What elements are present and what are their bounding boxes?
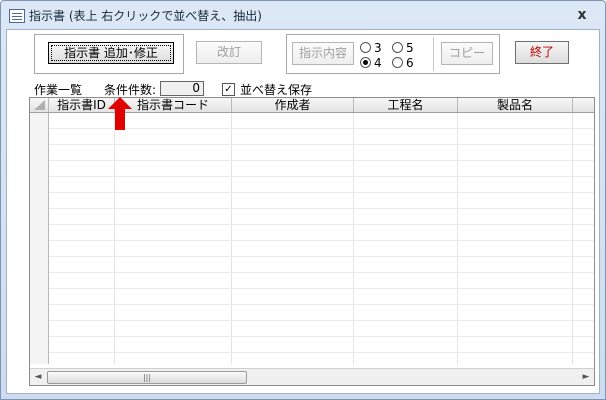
save-sort-label: 並べ替え保存 [240,83,313,97]
horizontal-scrollbar[interactable]: ◄ ||| ► [30,368,594,385]
radio-6-label: 6 [406,56,414,70]
add-edit-group: 指示書 追加･修正 [34,34,184,74]
grid-line [353,113,354,364]
window: 指示書 (表上 右クリックで並べ替え、抽出) x 指示書 追加･修正 改訂 指示… [0,0,606,400]
revise-button[interactable]: 改訂 [196,41,262,64]
grid-line [457,113,458,364]
window-title: 指示書 (表上 右クリックで並べ替え、抽出) [29,9,262,23]
grid-line [114,113,115,364]
count-value: 0 [160,81,204,96]
scroll-thumb[interactable]: ||| [47,371,247,384]
task-list-grid[interactable]: 指示書ID 指示書コード 作成者 工程名 製品名 ◄ ||| ► [29,97,595,386]
radio-option-6[interactable]: 6 [392,56,414,70]
radio-5-label: 5 [406,41,414,55]
add-edit-button[interactable]: 指示書 追加･修正 [48,42,174,64]
column-header[interactable]: 指示書コード [115,98,232,112]
grid-line [49,240,594,241]
radio-6-icon[interactable] [392,57,403,68]
grid-line [49,144,594,145]
grid-line [49,336,594,337]
grid-line [49,176,594,177]
radio-3-icon[interactable] [360,42,371,53]
grid-line [49,304,594,305]
instructions-group: 指示内容 3 5 4 6 コピー [286,34,500,74]
radio-option-3[interactable]: 3 [360,41,382,55]
grid-line [49,288,594,289]
list-title: 作業一覧 [34,83,83,97]
instructions-button[interactable]: 指示内容 [292,42,354,65]
title-bar: 指示書 (表上 右クリックで並べ替え、抽出) x [1,1,605,29]
grid-line [49,352,594,353]
grid-line [231,113,232,364]
grid-line [572,113,573,364]
radio-4-icon[interactable] [360,57,371,68]
red-up-arrow-icon [108,97,132,130]
form-body: 指示書 追加･修正 改訂 指示内容 3 5 4 6 コピー 終了 作業一覧 条件… [6,29,600,394]
close-button[interactable]: x [573,7,591,23]
column-header[interactable]: 作成者 [232,98,354,112]
radio-3-label: 3 [374,41,382,55]
save-sort-checkbox[interactable]: ✓ [222,83,235,96]
radio-option-4[interactable]: 4 [360,56,382,70]
radio-4-label: 4 [374,56,382,70]
grid-line [49,160,594,161]
grid-line [49,272,594,273]
group-divider [433,37,434,71]
count-label: 条件件数: [104,83,157,97]
row-selector-column[interactable] [30,113,49,364]
column-header[interactable]: 製品名 [458,98,573,112]
grid-line [49,224,594,225]
grid-line [49,192,594,193]
column-header[interactable]: 工程名 [354,98,458,112]
scroll-right-icon[interactable]: ► [580,371,592,383]
scroll-left-icon[interactable]: ◄ [32,371,44,383]
copy-button[interactable]: コピー [441,42,493,65]
radio-5-icon[interactable] [392,42,403,53]
grid-line [49,320,594,321]
corner-triangle-icon [34,100,45,110]
grid-line [49,208,594,209]
radio-option-5[interactable]: 5 [392,41,414,55]
select-all-corner[interactable] [30,98,49,112]
column-header[interactable]: 指示書ID [49,98,115,112]
form-icon [9,9,25,23]
grid-line [49,256,594,257]
exit-button[interactable]: 終了 [515,41,569,64]
